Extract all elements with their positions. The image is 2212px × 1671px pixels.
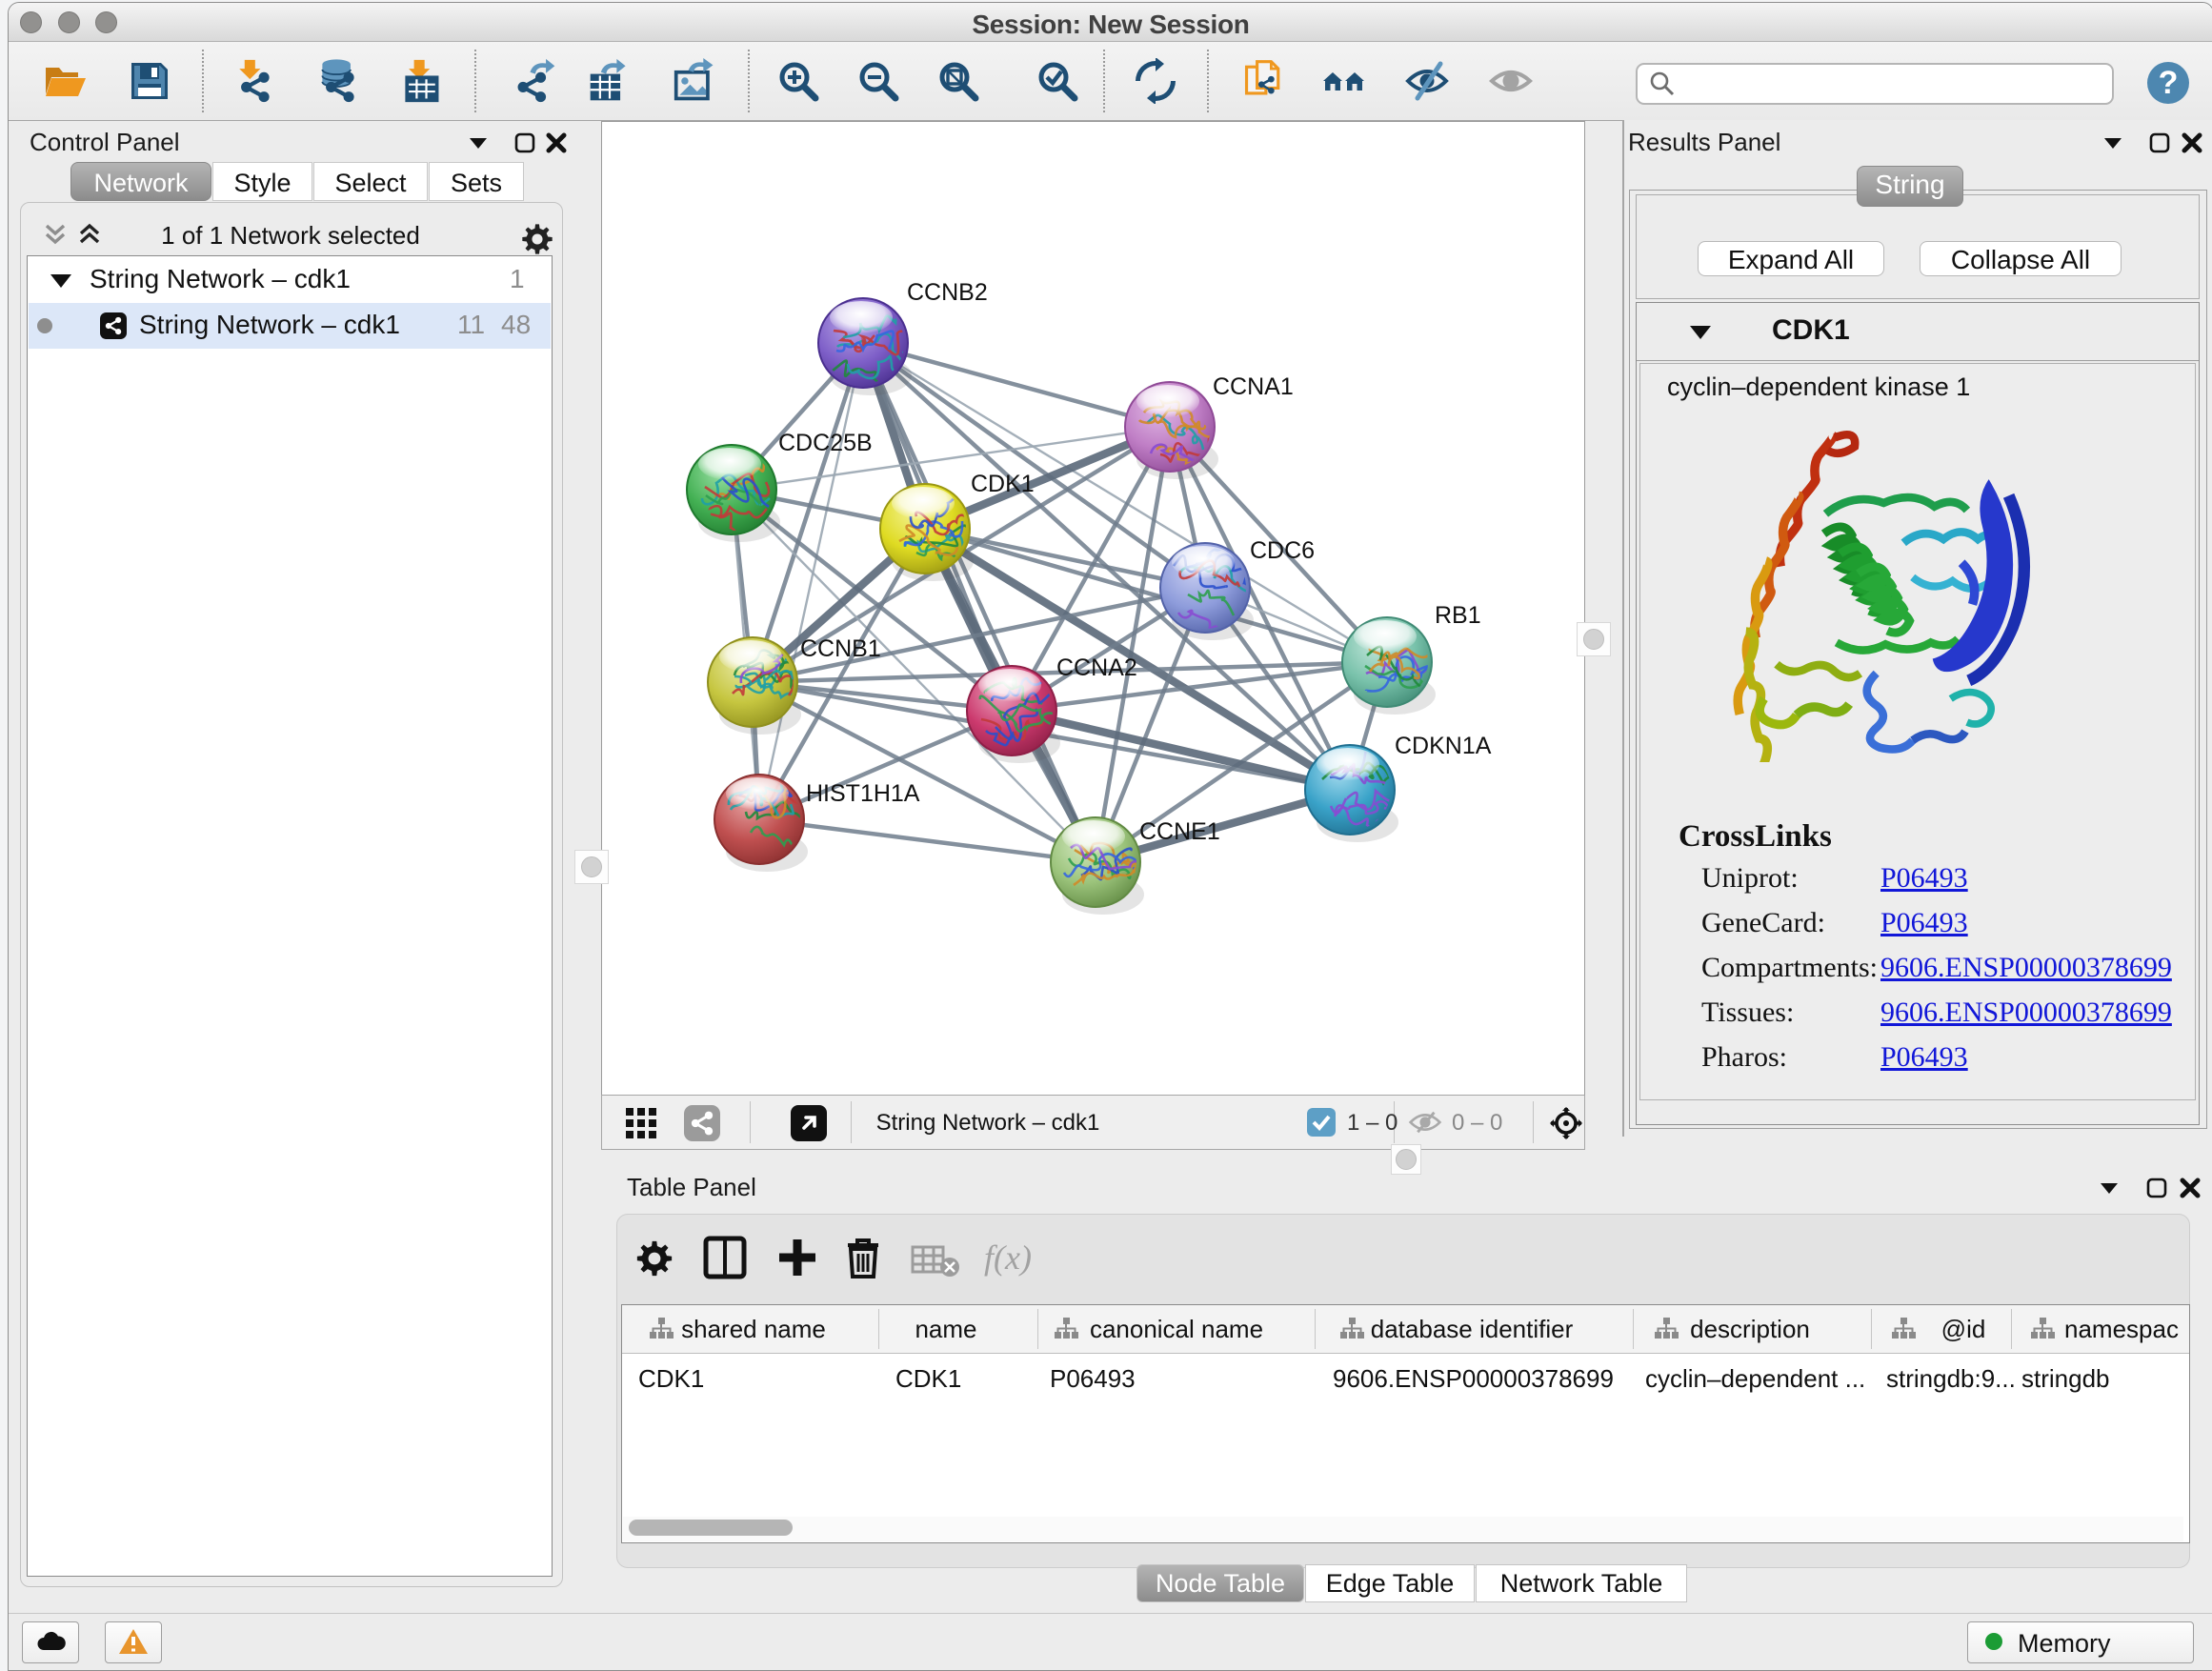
svg-text:RB1: RB1	[1435, 602, 1481, 629]
svg-text:CDC6: CDC6	[1250, 537, 1315, 564]
svg-text:CDK1: CDK1	[971, 471, 1035, 497]
svg-text:HIST1H1A: HIST1H1A	[806, 780, 920, 807]
svg-text:CCNE1: CCNE1	[1139, 818, 1220, 845]
svg-text:CCNA1: CCNA1	[1213, 373, 1294, 400]
svg-text:CDKN1A: CDKN1A	[1395, 733, 1492, 759]
svg-text:CCNB1: CCNB1	[800, 635, 881, 662]
svg-text:CCNB2: CCNB2	[907, 279, 988, 306]
svg-text:CCNA2: CCNA2	[1056, 654, 1137, 681]
svg-text:CDC25B: CDC25B	[778, 430, 873, 456]
